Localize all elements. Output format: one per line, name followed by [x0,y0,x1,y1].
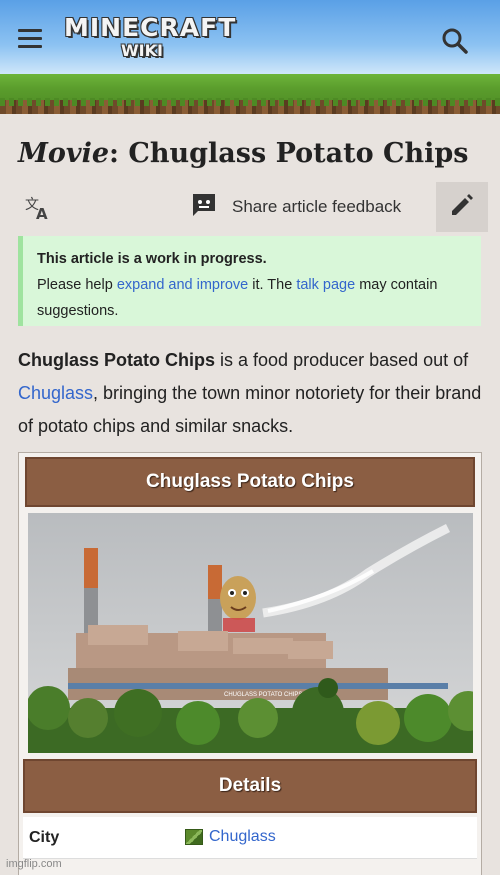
row-value: Chuglass [209,828,276,845]
infobox-row-city: City Chuglass [23,817,477,859]
title-namespace: Movie [18,138,110,169]
work-in-progress-notice: This article is a work in progress. Plea… [18,236,481,326]
infobox: Chuglass Potato Chips CHUGLASS POTATO CH… [18,452,482,875]
feedback-icon [190,191,218,224]
translate-icon[interactable]: 文 A [24,194,52,223]
search-icon[interactable] [440,26,470,56]
details-heading: Details [218,775,282,796]
talk-page-link[interactable]: talk page [296,277,355,293]
notice-text: Please help [37,277,117,293]
city-map-icon [185,829,203,845]
page-title: Movie: Chuglass Potato Chips [18,138,468,169]
intro-text: is a food producer based out of [215,350,469,370]
intro-subject: Chuglass Potato Chips [18,350,216,370]
watermark: imgflip.com [6,858,62,870]
logo-line2: WIKI [121,41,163,60]
logo-line1: MINECRAFT [64,13,237,42]
details-heading-bar: Details [23,759,477,813]
title-separator: : [109,138,119,169]
factory-image[interactable]: CHUGLASS POTATO CHIPS [28,513,473,753]
infobox-title: Chuglass Potato Chips [146,471,354,492]
notice-heading: This article is a work in progress. [37,251,267,267]
svg-text:A: A [36,205,48,222]
factory-sign: CHUGLASS POTATO CHIPS [224,692,302,698]
chuglass-link[interactable]: Chuglass [18,383,93,403]
pencil-icon [449,192,475,223]
city-link[interactable]: Chuglass [185,828,276,846]
grass-fringe [0,98,500,106]
edit-button[interactable] [436,182,488,232]
row-key: City [29,829,60,846]
title-main: Chuglass Potato Chips [128,138,469,169]
site-logo[interactable]: MINECRAFT WIKI [64,13,237,62]
feedback-label: Share article feedback [232,197,402,216]
intro-paragraph: Chuglass Potato Chips is a food producer… [18,344,482,443]
share-feedback-button[interactable]: Share article feedback [190,191,401,223]
expand-improve-link[interactable]: expand and improve [117,277,248,293]
infobox-title-bar: Chuglass Potato Chips [25,457,475,507]
hamburger-menu-icon[interactable] [18,28,44,50]
notice-text: it. The [248,277,297,293]
